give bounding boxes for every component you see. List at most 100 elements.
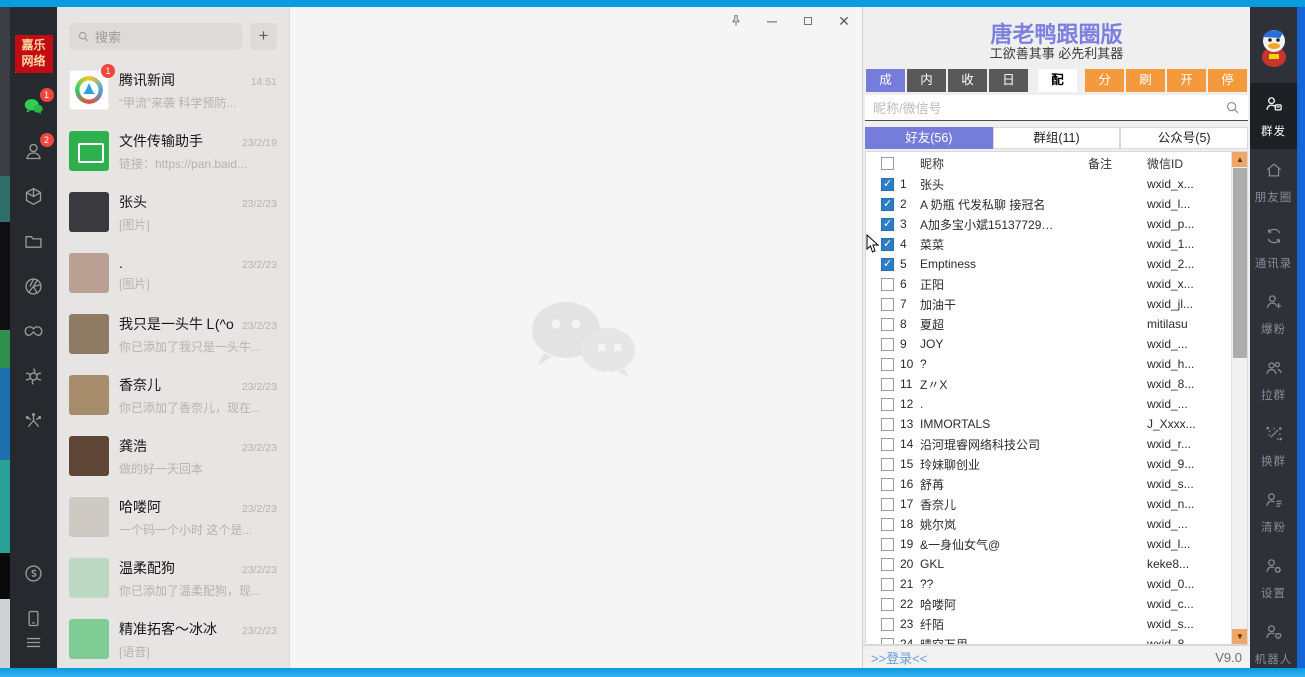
- toolbar-button[interactable]: 分组: [1085, 69, 1124, 92]
- channels-icon[interactable]: [22, 319, 46, 343]
- mini-program-icon[interactable]: [22, 364, 46, 388]
- row-checkbox[interactable]: [881, 438, 894, 451]
- table-row[interactable]: 10 ? wxid_h...: [866, 354, 1247, 374]
- table-row[interactable]: 23 纤陌 wxid_s...: [866, 614, 1247, 634]
- row-checkbox[interactable]: [881, 218, 894, 231]
- row-checkbox[interactable]: [881, 418, 894, 431]
- sidebar-item[interactable]: 清粉: [1250, 479, 1297, 545]
- tools-icon[interactable]: [22, 409, 46, 433]
- chats-icon[interactable]: 1: [22, 94, 46, 118]
- table-row[interactable]: 2 A 奶瓶 代发私聊 接冠名 wxid_l...: [866, 194, 1247, 214]
- chat-list-item[interactable]: 龚浩 23/2/23 做的好一天回本: [57, 426, 289, 487]
- row-checkbox[interactable]: [881, 338, 894, 351]
- sidebar-item[interactable]: 机器人: [1250, 611, 1297, 668]
- row-checkbox[interactable]: [881, 178, 894, 191]
- add-chat-button[interactable]: +: [250, 23, 277, 50]
- row-checkbox[interactable]: [881, 518, 894, 531]
- login-link[interactable]: >>登录<<: [871, 648, 927, 667]
- toolbar-button[interactable]: 内容: [907, 69, 946, 92]
- collections-icon[interactable]: [22, 184, 46, 208]
- row-checkbox[interactable]: [881, 498, 894, 511]
- chat-list-item[interactable]: 精准拓客～冰冰 23/2/23 [语音]: [57, 609, 289, 668]
- table-row[interactable]: 3 A加多宝小斌15137729913 wxid_p...: [866, 214, 1247, 234]
- row-checkbox[interactable]: [881, 358, 894, 371]
- table-row[interactable]: 21 ?? wxid_0...: [866, 574, 1247, 594]
- table-row[interactable]: 11 Z〃X wxid_8...: [866, 374, 1247, 394]
- row-checkbox[interactable]: [881, 558, 894, 571]
- category-tab[interactable]: 好友(56): [865, 127, 993, 149]
- table-row[interactable]: 6 正阳 wxid_x...: [866, 274, 1247, 294]
- row-checkbox[interactable]: [881, 578, 894, 591]
- row-checkbox[interactable]: [881, 478, 894, 491]
- table-row[interactable]: 18 姚尔岚 wxid_...: [866, 514, 1247, 534]
- table-row[interactable]: 9 JOY wxid_...: [866, 334, 1247, 354]
- table-row[interactable]: 14 沿河琨睿网络科技公司 wxid_r...: [866, 434, 1247, 454]
- table-row[interactable]: 15 玲妹聊创业 wxid_9...: [866, 454, 1247, 474]
- row-checkbox[interactable]: [881, 458, 894, 471]
- sidebar-item[interactable]: 拉群: [1250, 347, 1297, 413]
- chat-list-item[interactable]: . 23/2/23 [图片]: [57, 243, 289, 304]
- menu-icon[interactable]: [22, 630, 46, 654]
- table-row[interactable]: 7 加油干 wxid_jl...: [866, 294, 1247, 314]
- table-row[interactable]: 12 . wxid_...: [866, 394, 1247, 414]
- table-row[interactable]: 20 GKL keke8...: [866, 554, 1247, 574]
- toolbar-button[interactable]: 成员: [866, 69, 905, 92]
- sidebar-item[interactable]: 爆粉: [1250, 281, 1297, 347]
- close-button[interactable]: ✕: [836, 13, 852, 29]
- contacts-icon[interactable]: 2: [22, 139, 46, 163]
- category-tab[interactable]: 公众号(5): [1120, 127, 1248, 149]
- toolbar-button[interactable]: 开始: [1167, 69, 1206, 92]
- search-input[interactable]: 搜索: [69, 23, 242, 50]
- minimize-button[interactable]: ─: [764, 13, 780, 29]
- toolbar-button[interactable]: 配置: [1038, 69, 1077, 92]
- sidebar-item[interactable]: 朋友圈: [1250, 149, 1297, 215]
- row-checkbox[interactable]: [881, 258, 894, 271]
- table-row[interactable]: 1 张头 wxid_x...: [866, 174, 1247, 194]
- member-search-input[interactable]: 昵称/微信号: [865, 95, 1248, 121]
- scroll-up-arrow[interactable]: ▲: [1232, 152, 1248, 167]
- row-checkbox[interactable]: [881, 598, 894, 611]
- sidebar-item[interactable]: 通讯录: [1250, 215, 1297, 281]
- row-checkbox[interactable]: [881, 198, 894, 211]
- select-all-checkbox[interactable]: [881, 157, 894, 170]
- maximize-button[interactable]: [800, 13, 816, 29]
- table-row[interactable]: 13 IMMORTALS J_Xxxx...: [866, 414, 1247, 434]
- row-checkbox[interactable]: [881, 318, 894, 331]
- chat-list-item[interactable]: 温柔配狗 23/2/23 你已添加了温柔配狗，现...: [57, 548, 289, 609]
- chat-list-item[interactable]: 我只是一头牛 Ꮮ(^o 23/2/23 你已添加了我只是一头牛...: [57, 304, 289, 365]
- table-row[interactable]: 22 哈喽阿 wxid_c...: [866, 594, 1247, 614]
- row-checkbox[interactable]: [881, 278, 894, 291]
- toolbar-button[interactable]: 日志: [989, 69, 1028, 92]
- table-row[interactable]: 4 菜菜 wxid_1...: [866, 234, 1247, 254]
- chat-list-item[interactable]: 1 腾讯新闻 14:51 “甲流”来袭 科学预防...: [57, 60, 289, 121]
- scroll-down-arrow[interactable]: ▼: [1232, 629, 1248, 644]
- table-row[interactable]: 17 香奈儿 wxid_n...: [866, 494, 1247, 514]
- scrollbar-thumb[interactable]: [1233, 168, 1247, 358]
- sidebar-item[interactable]: 设置: [1250, 545, 1297, 611]
- toolbar-button[interactable]: 收藏: [948, 69, 987, 92]
- donald-duck-avatar[interactable]: [1256, 27, 1292, 69]
- toolbar-button[interactable]: 停止: [1208, 69, 1247, 92]
- moments-icon[interactable]: [22, 274, 46, 298]
- account-avatar[interactable]: 嘉乐 网络: [15, 35, 53, 73]
- sidebar-item[interactable]: 群发: [1250, 83, 1297, 149]
- row-checkbox[interactable]: [881, 298, 894, 311]
- table-row[interactable]: 16 舒苒 wxid_s...: [866, 474, 1247, 494]
- row-checkbox[interactable]: [881, 638, 894, 646]
- row-checkbox[interactable]: [881, 398, 894, 411]
- table-row[interactable]: 5 Emptiness wxid_2...: [866, 254, 1247, 274]
- table-scrollbar[interactable]: ▲ ▼: [1231, 152, 1247, 644]
- files-icon[interactable]: [22, 229, 46, 253]
- table-row[interactable]: 24 晴空万里 wxid_8...: [866, 634, 1247, 645]
- phone-icon[interactable]: [22, 606, 46, 630]
- table-row[interactable]: 8 夏超 mitilasu: [866, 314, 1247, 334]
- pin-icon[interactable]: [728, 13, 744, 29]
- chat-list-item[interactable]: 哈喽阿 23/2/23 一个码一个小时 这个是...: [57, 487, 289, 548]
- category-tab[interactable]: 群组(11): [993, 127, 1121, 149]
- chat-list-item[interactable]: 香奈儿 23/2/23 你已添加了香奈儿，现在...: [57, 365, 289, 426]
- toolbar-button[interactable]: 刷新: [1126, 69, 1165, 92]
- chat-list-item[interactable]: 张头 23/2/23 [图片]: [57, 182, 289, 243]
- row-checkbox[interactable]: [881, 378, 894, 391]
- row-checkbox[interactable]: [881, 538, 894, 551]
- link-icon[interactable]: [22, 561, 46, 585]
